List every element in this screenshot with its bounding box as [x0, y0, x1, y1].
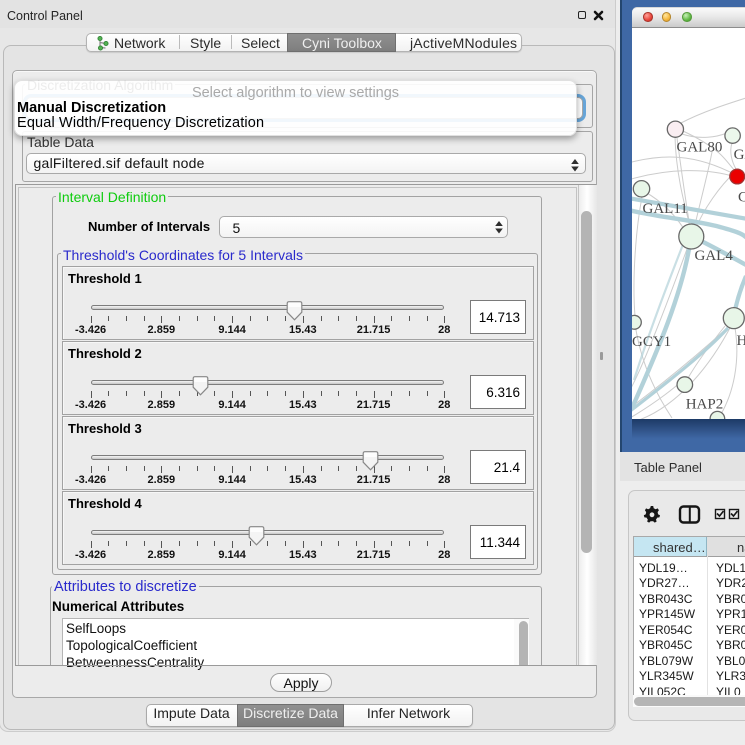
svg-text:GA: GA — [734, 147, 745, 163]
svg-text:GAL11: GAL11 — [643, 201, 688, 217]
svg-text:C: C — [738, 190, 745, 206]
svg-text:H: H — [737, 333, 745, 349]
svg-text:GCY1: GCY1 — [632, 334, 671, 350]
svg-text:GAL80: GAL80 — [677, 140, 723, 156]
svg-text:HAP2: HAP2 — [686, 397, 724, 413]
svg-text:GAL4: GAL4 — [695, 248, 734, 264]
